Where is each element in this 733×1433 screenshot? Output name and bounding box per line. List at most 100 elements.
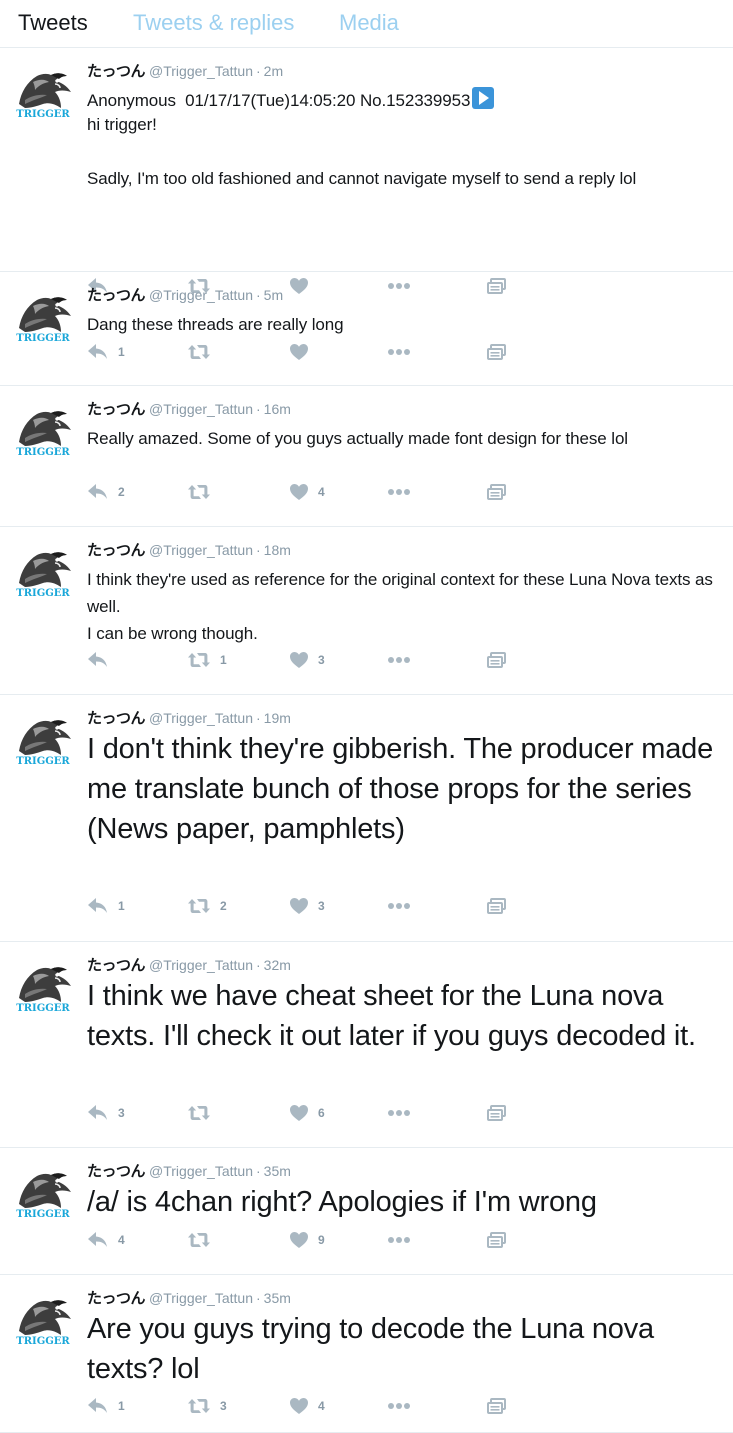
heart-icon: [289, 1104, 309, 1122]
avatar-logo-text: TRIGGER: [16, 756, 70, 767]
tweet-text: Anonymous 01/17/17(Tue)14:05:20 No.15233…: [87, 87, 721, 114]
reply-button[interactable]: 1: [87, 342, 125, 362]
display-name[interactable]: たっつん: [87, 286, 146, 304]
display-name[interactable]: たっつん: [87, 709, 146, 727]
username[interactable]: @Trigger_Tattun: [149, 1290, 253, 1306]
avatar-logo-text: TRIGGER: [16, 333, 70, 344]
display-name[interactable]: たっつん: [87, 1162, 146, 1180]
username[interactable]: @Trigger_Tattun: [149, 401, 253, 417]
more-icon: [387, 902, 411, 910]
avatar[interactable]: TRIGGER: [11, 958, 75, 1018]
media-button[interactable]: [487, 1396, 507, 1416]
avatar[interactable]: TRIGGER: [11, 543, 75, 603]
tweet[interactable]: TRIGGER たっつん @Trigger_Tattun · 2m Anonymous 0…: [0, 50, 733, 294]
display-name[interactable]: たっつん: [87, 400, 146, 418]
username[interactable]: @Trigger_Tattun: [149, 957, 253, 973]
media-button[interactable]: [487, 896, 507, 916]
timestamp[interactable]: 16m: [264, 401, 291, 417]
avatar[interactable]: TRIGGER: [11, 64, 75, 124]
display-name[interactable]: たっつん: [87, 1289, 146, 1307]
retweet-button[interactable]: 3: [187, 1396, 227, 1416]
timestamp[interactable]: 35m: [264, 1290, 291, 1306]
retweet-button[interactable]: [187, 342, 220, 362]
like-button[interactable]: 4: [289, 482, 325, 502]
avatar[interactable]: TRIGGER: [11, 402, 75, 462]
retweet-button[interactable]: [187, 482, 220, 502]
reply-button[interactable]: 3: [87, 1103, 125, 1123]
like-button[interactable]: [289, 342, 318, 362]
retweet-icon: [187, 1104, 211, 1122]
like-button[interactable]: 9: [289, 1230, 325, 1250]
media-button[interactable]: [487, 1103, 507, 1123]
retweet-button[interactable]: 1: [187, 650, 227, 670]
display-name[interactable]: たっつん: [87, 956, 146, 974]
heart-icon: [289, 343, 309, 361]
username[interactable]: @Trigger_Tattun: [149, 542, 253, 558]
reply-count: 3: [118, 1106, 125, 1120]
timestamp[interactable]: 2m: [264, 63, 283, 79]
reply-button[interactable]: 1: [87, 1396, 125, 1416]
tweet[interactable]: TRIGGER たっつん @Trigger_Tattun · 35m/a/ is 4ch…: [0, 1148, 733, 1275]
profile-tabs: Tweets Tweets & replies Media: [0, 0, 733, 48]
tweet-header: たっつん @Trigger_Tattun · 16m: [87, 400, 291, 418]
more-button[interactable]: [387, 896, 411, 916]
reply-button[interactable]: 4: [87, 1230, 125, 1250]
tab-media[interactable]: Media: [339, 9, 399, 37]
like-button[interactable]: 6: [289, 1103, 325, 1123]
username[interactable]: @Trigger_Tattun: [149, 1163, 253, 1179]
tweet-header: たっつん @Trigger_Tattun · 35m: [87, 1162, 291, 1180]
retweet-icon: [187, 897, 211, 915]
retweet-button[interactable]: 2: [187, 896, 227, 916]
reply-icon: [87, 1104, 109, 1122]
username[interactable]: @Trigger_Tattun: [149, 710, 253, 726]
more-button[interactable]: [387, 342, 411, 362]
username[interactable]: @Trigger_Tattun: [149, 287, 253, 303]
separator-dot: ·: [255, 401, 261, 417]
more-button[interactable]: [387, 1103, 411, 1123]
avatar-logo-text: TRIGGER: [16, 109, 70, 120]
reply-icon: [87, 897, 109, 915]
more-button[interactable]: [387, 482, 411, 502]
tweet[interactable]: TRIGGER たっつん @Trigger_Tattun · 19m I don't th…: [0, 695, 733, 942]
media-button[interactable]: [487, 1230, 507, 1250]
tweet[interactable]: TRIGGER たっつん @Trigger_Tattun · 16m Really ama…: [0, 386, 733, 527]
avatar[interactable]: TRIGGER: [11, 1291, 75, 1351]
media-button[interactable]: [487, 650, 507, 670]
more-button[interactable]: [387, 650, 411, 670]
timestamp[interactable]: 19m: [264, 710, 291, 726]
avatar-logo-text: TRIGGER: [16, 588, 70, 599]
play-button-emoji-icon: [472, 87, 495, 109]
more-button[interactable]: [387, 1396, 411, 1416]
retweet-button[interactable]: [187, 1230, 220, 1250]
like-button[interactable]: 3: [289, 650, 325, 670]
display-name[interactable]: たっつん: [87, 541, 146, 559]
avatar[interactable]: TRIGGER: [11, 1164, 75, 1224]
avatar-logo-text: TRIGGER: [16, 1209, 70, 1220]
reply-button[interactable]: 2: [87, 482, 125, 502]
tweet[interactable]: TRIGGER たっつん @Trigger_Tattun · 35m Are you gu…: [0, 1275, 733, 1433]
tweet-text: I don't think they're gibberish. The pro…: [87, 733, 721, 845]
timestamp[interactable]: 35m: [264, 1163, 291, 1179]
like-button[interactable]: 3: [289, 896, 325, 916]
display-name[interactable]: たっつん: [87, 62, 146, 80]
tweet[interactable]: TRIGGER たっつん @Trigger_Tattun · 32m I think we…: [0, 942, 733, 1148]
retweet-button[interactable]: [187, 1103, 220, 1123]
tab-tweets-and-replies[interactable]: Tweets & replies: [133, 9, 294, 37]
heart-icon: [289, 1397, 309, 1415]
more-button[interactable]: [387, 1230, 411, 1250]
username[interactable]: @Trigger_Tattun: [149, 63, 253, 79]
tab-tweets[interactable]: Tweets: [18, 9, 88, 37]
media-button[interactable]: [487, 482, 507, 502]
reply-button[interactable]: 1: [87, 896, 125, 916]
timestamp[interactable]: 32m: [264, 957, 291, 973]
reply-button[interactable]: [87, 650, 118, 670]
timestamp[interactable]: 5m: [264, 287, 283, 303]
timestamp[interactable]: 18m: [264, 542, 291, 558]
separator-dot: ·: [255, 287, 261, 303]
avatar[interactable]: TRIGGER: [11, 711, 75, 771]
like-button[interactable]: 4: [289, 1396, 325, 1416]
tweet[interactable]: TRIGGER たっつん @Trigger_Tattun · 5m Dang these …: [0, 272, 733, 386]
media-button[interactable]: [487, 342, 507, 362]
avatar[interactable]: TRIGGER: [11, 288, 75, 348]
tweet[interactable]: TRIGGER たっつん @Trigger_Tattun · 18m I think th…: [0, 527, 733, 695]
